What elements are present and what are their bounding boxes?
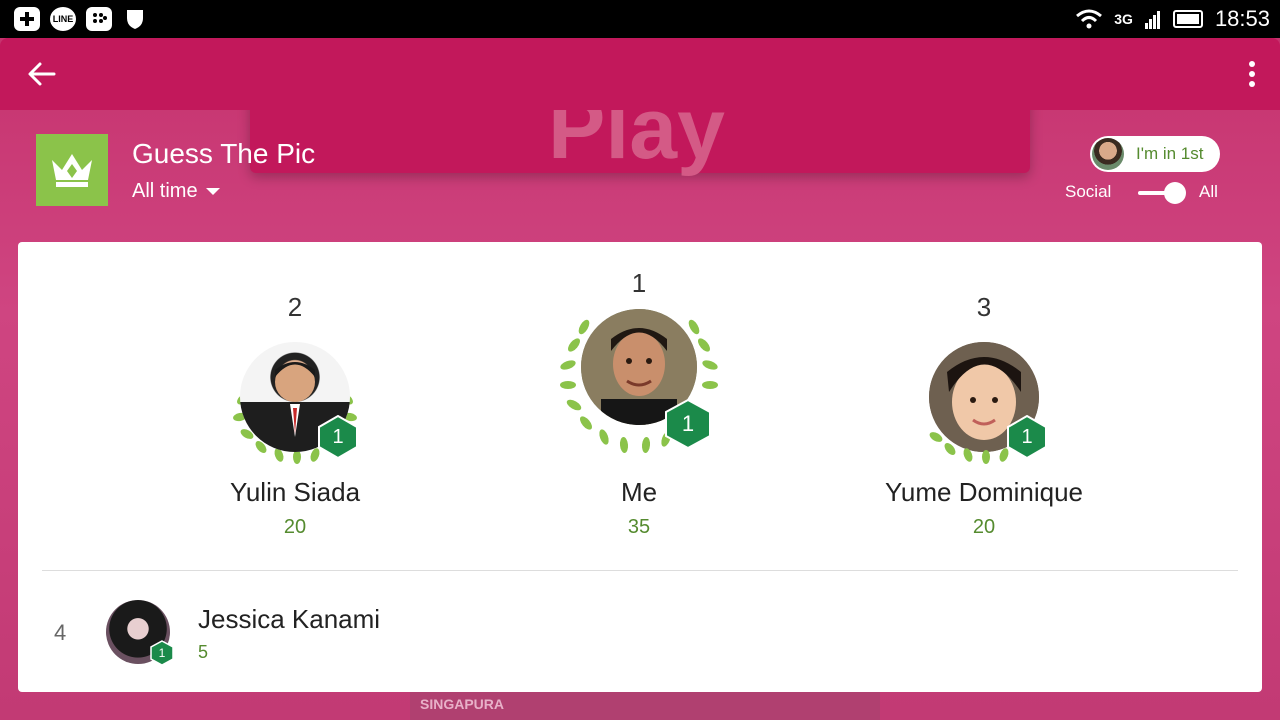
- app-bar: [0, 38, 1280, 110]
- divider: [42, 570, 1238, 571]
- toggle-social-label: Social: [1065, 182, 1112, 201]
- level-badge: 1: [1006, 415, 1048, 459]
- level-badge: 1: [150, 640, 174, 666]
- toggle-thumb[interactable]: [1164, 182, 1186, 204]
- podium-name: Me: [620, 477, 658, 507]
- my-avatar: [1092, 138, 1124, 170]
- avatar-container: 1: [914, 337, 1054, 467]
- wifi-icon: [1076, 9, 1103, 29]
- time-filter-label: All time: [132, 180, 198, 202]
- podium-rank: 1: [631, 268, 647, 298]
- podium-score: 20: [972, 516, 996, 538]
- more-options-icon[interactable]: [1244, 60, 1260, 88]
- list-item[interactable]: 4 1 Jessica Kanami 5: [18, 590, 1262, 674]
- network-type: 3G: [1114, 11, 1133, 27]
- avatar-container: 1: [225, 337, 365, 467]
- list-name: Jessica Kanami: [198, 604, 381, 634]
- line-icon: LINE: [50, 7, 76, 31]
- my-rank-chip[interactable]: I'm in 1st: [1090, 136, 1220, 172]
- background-bottom-strip: SINGAPURA: [410, 692, 880, 720]
- list-rank: 4: [54, 620, 67, 645]
- level-badge: 1: [664, 399, 712, 449]
- level-badge: 1: [317, 415, 359, 459]
- podium-rank: 2: [287, 292, 303, 322]
- toggle-all-label: All: [1199, 182, 1218, 201]
- plus-icon: [14, 7, 40, 31]
- podium-rank: 3: [976, 292, 992, 322]
- podium-first[interactable]: 1 1 Me 35: [539, 268, 739, 539]
- social-all-toggle[interactable]: [1138, 180, 1188, 206]
- podium-name: Yulin Siada: [229, 477, 361, 507]
- time-filter-dropdown[interactable]: All time: [132, 180, 220, 203]
- podium-name: Yume Dominique: [885, 477, 1083, 507]
- podium-second[interactable]: 2 1 Yulin Siada 20: [195, 292, 395, 539]
- list-score: 5: [198, 642, 209, 662]
- crown-icon: [52, 154, 92, 187]
- game-title: Guess The Pic: [132, 138, 316, 169]
- avatar-container: 1: [554, 307, 724, 461]
- dropdown-caret-icon: [205, 188, 220, 195]
- shield-icon: [122, 7, 148, 31]
- signal-icon: [1144, 11, 1160, 29]
- podium-score: 35: [627, 516, 651, 538]
- bbm-icon: [86, 7, 112, 31]
- podium-third[interactable]: 3 1 Yume Dominique 20: [869, 292, 1099, 539]
- podium-score: 20: [283, 516, 307, 538]
- leaderboard-icon: [36, 134, 108, 206]
- back-arrow-icon[interactable]: [26, 60, 58, 88]
- clock: 18:53: [1214, 6, 1270, 31]
- status-bar: LINE 3G 18:53: [0, 0, 1280, 38]
- battery-icon: [1172, 10, 1203, 28]
- my-rank-text: I'm in 1st: [1136, 144, 1204, 163]
